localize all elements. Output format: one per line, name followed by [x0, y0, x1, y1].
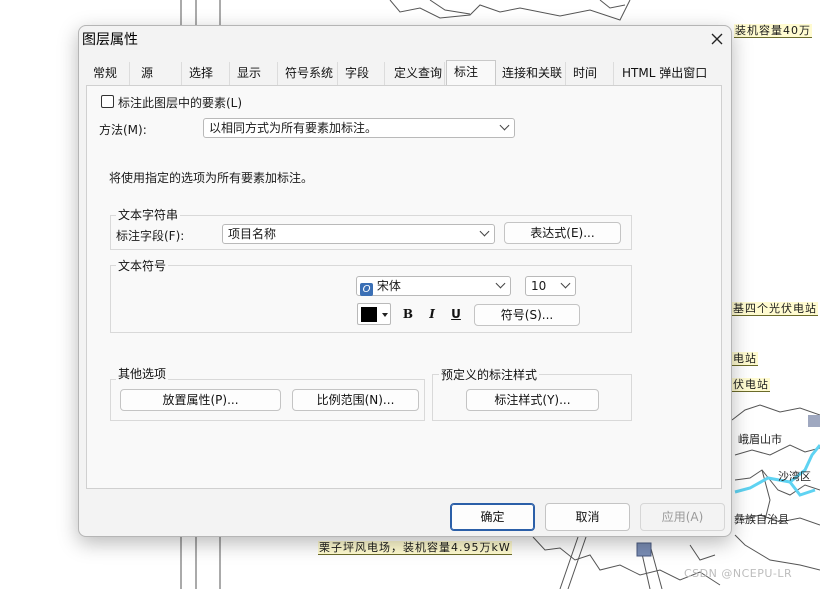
close-icon	[711, 33, 723, 45]
chevron-down-icon	[495, 278, 506, 289]
tab-labels[interactable]: 标注	[446, 60, 496, 86]
map-label-station-b: 电站	[732, 352, 758, 366]
map-label-station-a: 基四个光伏电站	[732, 302, 818, 316]
method-select-value: 以相同方式为所有要素加标注。	[209, 121, 378, 135]
label-styles-button[interactable]: 标注样式(Y)...	[466, 389, 599, 411]
placement-properties-button[interactable]: 放置属性(P)...	[120, 389, 281, 411]
cancel-button[interactable]: 取消	[545, 503, 630, 531]
predefined-style-legend: 预定义的标注样式	[439, 366, 540, 383]
method-label: 方法(M):	[99, 123, 147, 137]
font-color-button[interactable]	[357, 303, 391, 325]
map-label-county-ebian: 彝族自治县	[734, 513, 789, 526]
other-options-legend: 其他选项	[116, 365, 169, 382]
text-symbol-legend: 文本符号	[116, 257, 169, 274]
tab-display[interactable]: 显示	[230, 62, 278, 85]
font-size-value: 10	[531, 279, 547, 293]
opentype-font-icon: O	[360, 283, 373, 296]
tab-definition-query[interactable]: 定义查询	[387, 62, 445, 85]
map-label-wind-farm: 栗子坪风电场，装机容量4.95万kW	[318, 541, 512, 555]
bold-button[interactable]: B	[398, 304, 418, 324]
italic-button[interactable]: I	[422, 304, 442, 324]
tab-joins-relates[interactable]: 连接和关联	[495, 62, 566, 85]
method-select[interactable]: 以相同方式为所有要素加标注。	[203, 118, 515, 138]
close-button[interactable]	[705, 27, 729, 51]
map-label-station-c: 伏电站	[732, 378, 770, 392]
tab-symbology[interactable]: 符号系统	[278, 62, 338, 85]
labels-panel: 标注此图层中的要素(L) 方法(M): 以相同方式为所有要素加标注。 将使用指定…	[86, 85, 722, 489]
tab-selection[interactable]: 选择	[182, 62, 230, 85]
chevron-down-icon	[499, 120, 510, 131]
underline-button[interactable]: U	[446, 304, 466, 324]
text-string-legend: 文本字符串	[116, 206, 181, 223]
map-label-city-emei: 峨眉山市	[738, 433, 782, 446]
tab-html-popup[interactable]: HTML 弹出窗口	[615, 62, 719, 85]
tab-bar: 常规 源 选择 显示 符号系统 字段 定义查询 标注 连接和关联 时间 HTML…	[86, 60, 722, 86]
caret-down-icon	[382, 313, 388, 317]
layer-properties-dialog: 图层属性 常规 源 选择 显示 符号系统 字段 定义查询 标注 连接和关联 时间…	[78, 25, 732, 537]
ok-button[interactable]: 确定	[450, 503, 535, 531]
color-swatch	[361, 307, 377, 322]
label-field-value: 项目名称	[228, 227, 277, 241]
tab-time[interactable]: 时间	[566, 62, 614, 85]
label-field-select[interactable]: 项目名称	[222, 224, 495, 244]
dialog-title: 图层属性	[82, 32, 138, 48]
info-text: 将使用指定的选项为所有要素加标注。	[109, 171, 314, 185]
chevron-down-icon	[560, 278, 571, 289]
tab-fields[interactable]: 字段	[338, 62, 385, 85]
label-features-checkbox[interactable]	[101, 95, 114, 108]
label-field-label: 标注字段(F):	[116, 229, 185, 243]
expression-button[interactable]: 表达式(E)...	[504, 222, 621, 244]
apply-button[interactable]: 应用(A)	[640, 503, 725, 531]
tab-source[interactable]: 源	[134, 62, 182, 85]
scale-range-button[interactable]: 比例范围(N)...	[292, 389, 419, 411]
watermark: CSDN @NCEPU-LR	[684, 567, 793, 580]
label-features-label: 标注此图层中的要素(L)	[118, 96, 243, 110]
font-select[interactable]: O 宋体	[356, 276, 511, 296]
tab-general[interactable]: 常规	[86, 62, 130, 85]
symbol-button[interactable]: 符号(S)...	[474, 304, 580, 326]
font-name: 宋体	[376, 279, 401, 293]
font-size-select[interactable]: 10	[525, 276, 576, 296]
chevron-down-icon	[479, 226, 490, 237]
map-label-district-shawan: 沙湾区	[778, 470, 811, 483]
map-label-top-right: 装机容量40万	[734, 24, 812, 38]
